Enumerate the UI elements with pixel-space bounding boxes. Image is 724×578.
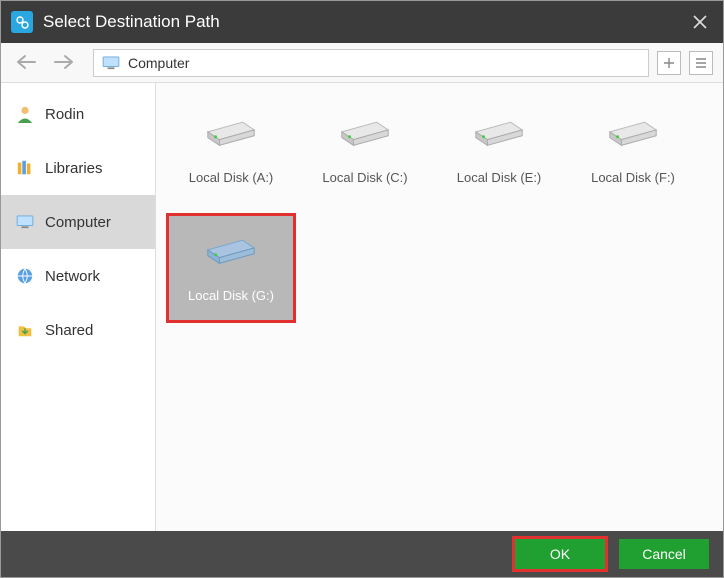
drive-tile[interactable]: Local Disk (A:) [166, 95, 296, 205]
new-folder-button[interactable] [657, 51, 681, 75]
ok-button[interactable]: OK [515, 539, 605, 569]
drive-label: Local Disk (E:) [457, 170, 542, 185]
location-bar[interactable]: Computer [93, 49, 649, 77]
dialog-window: Select Destination Path Computer [0, 0, 724, 578]
drive-label: Local Disk (G:) [188, 288, 274, 303]
sidebar-item-rodin[interactable]: Rodin [1, 87, 155, 141]
sidebar-item-shared[interactable]: Shared [1, 303, 155, 357]
sidebar: Rodin Libraries Computer Network [1, 83, 156, 531]
sidebar-item-label: Network [45, 268, 100, 285]
drive-icon [202, 104, 260, 152]
user-icon [15, 104, 35, 124]
location-text: Computer [128, 55, 189, 71]
drive-label: Local Disk (C:) [322, 170, 407, 185]
drive-grid: Local Disk (A:) Local Disk (C:) [166, 95, 713, 323]
app-icon [11, 11, 33, 33]
toolbar: Computer [1, 43, 723, 83]
cancel-button[interactable]: Cancel [619, 539, 709, 569]
libraries-icon [15, 158, 35, 178]
drive-icon [202, 222, 260, 270]
drive-label: Local Disk (A:) [189, 170, 274, 185]
sidebar-item-label: Computer [45, 214, 111, 231]
drive-label: Local Disk (F:) [591, 170, 675, 185]
sidebar-item-computer[interactable]: Computer [1, 195, 155, 249]
drive-tile[interactable]: Local Disk (F:) [568, 95, 698, 205]
forward-button[interactable] [49, 50, 79, 76]
sidebar-item-libraries[interactable]: Libraries [1, 141, 155, 195]
network-icon [15, 266, 35, 286]
dialog-body: Rodin Libraries Computer Network [1, 83, 723, 531]
computer-icon [102, 56, 120, 70]
title-bar: Select Destination Path [1, 1, 723, 43]
dialog-footer: OK Cancel [1, 531, 723, 577]
drive-icon [336, 104, 394, 152]
drive-tile[interactable]: Local Disk (C:) [300, 95, 430, 205]
drive-tile[interactable]: Local Disk (E:) [434, 95, 564, 205]
drive-icon [604, 104, 662, 152]
computer-icon [15, 212, 35, 232]
drive-tile-selected[interactable]: Local Disk (G:) [166, 213, 296, 323]
sidebar-item-network[interactable]: Network [1, 249, 155, 303]
view-list-button[interactable] [689, 51, 713, 75]
sidebar-item-label: Shared [45, 322, 93, 339]
window-title: Select Destination Path [43, 12, 685, 32]
nav-arrows [11, 50, 79, 76]
content-pane: Local Disk (A:) Local Disk (C:) [156, 83, 723, 531]
back-button[interactable] [11, 50, 41, 76]
sidebar-item-label: Libraries [45, 160, 103, 177]
shared-icon [15, 320, 35, 340]
close-button[interactable] [685, 7, 715, 37]
sidebar-item-label: Rodin [45, 106, 84, 123]
drive-icon [470, 104, 528, 152]
